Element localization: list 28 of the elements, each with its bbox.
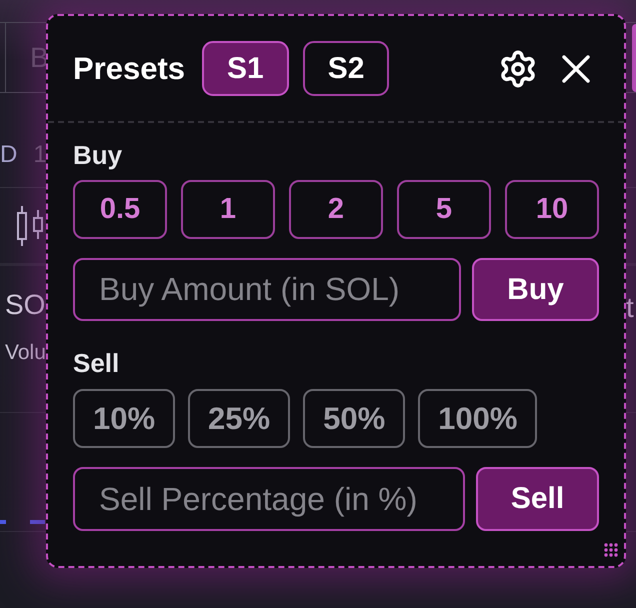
amount-preset-button[interactable]: 10 <box>505 180 599 239</box>
percentage-preset-button[interactable]: 50% <box>303 389 406 448</box>
amount-preset-button[interactable]: 2 <box>289 180 383 239</box>
price-line <box>0 520 45 524</box>
section-label: Buy <box>73 140 122 170</box>
close-icon[interactable] <box>562 54 590 82</box>
indicator-label: Volu <box>5 340 47 366</box>
stat-label: D <box>0 140 18 170</box>
candlestick-icon[interactable] <box>17 206 43 246</box>
settings-icon[interactable] <box>498 48 538 88</box>
percentage-preset-button[interactable]: 25% <box>188 389 290 448</box>
buy-button[interactable]: Buy <box>472 258 599 321</box>
amount-preset-button[interactable]: 1 <box>181 180 275 239</box>
chart-title: t <box>626 291 634 325</box>
side-button[interactable] <box>632 24 636 92</box>
pair-title: SO <box>5 288 46 322</box>
resize-grip-icon[interactable] <box>604 543 618 557</box>
sell-button[interactable]: Sell <box>476 467 599 531</box>
preset-tab[interactable]: S1 <box>202 41 289 96</box>
section-label: Sell <box>73 348 120 378</box>
amount-preset-button[interactable]: 0.5 <box>73 180 167 239</box>
preset-tab[interactable]: S2 <box>302 41 390 96</box>
percentage-preset-button[interactable]: 10% <box>73 389 176 448</box>
percentage-preset-button[interactable]: 100% <box>418 389 538 448</box>
amount-field[interactable]: Buy Amount (in SOL) <box>73 258 461 321</box>
panel-title: Presets <box>73 50 186 86</box>
amount-preset-button[interactable]: 5 <box>397 180 491 239</box>
percentage-field[interactable]: Sell Percentage (in %) <box>73 467 465 531</box>
